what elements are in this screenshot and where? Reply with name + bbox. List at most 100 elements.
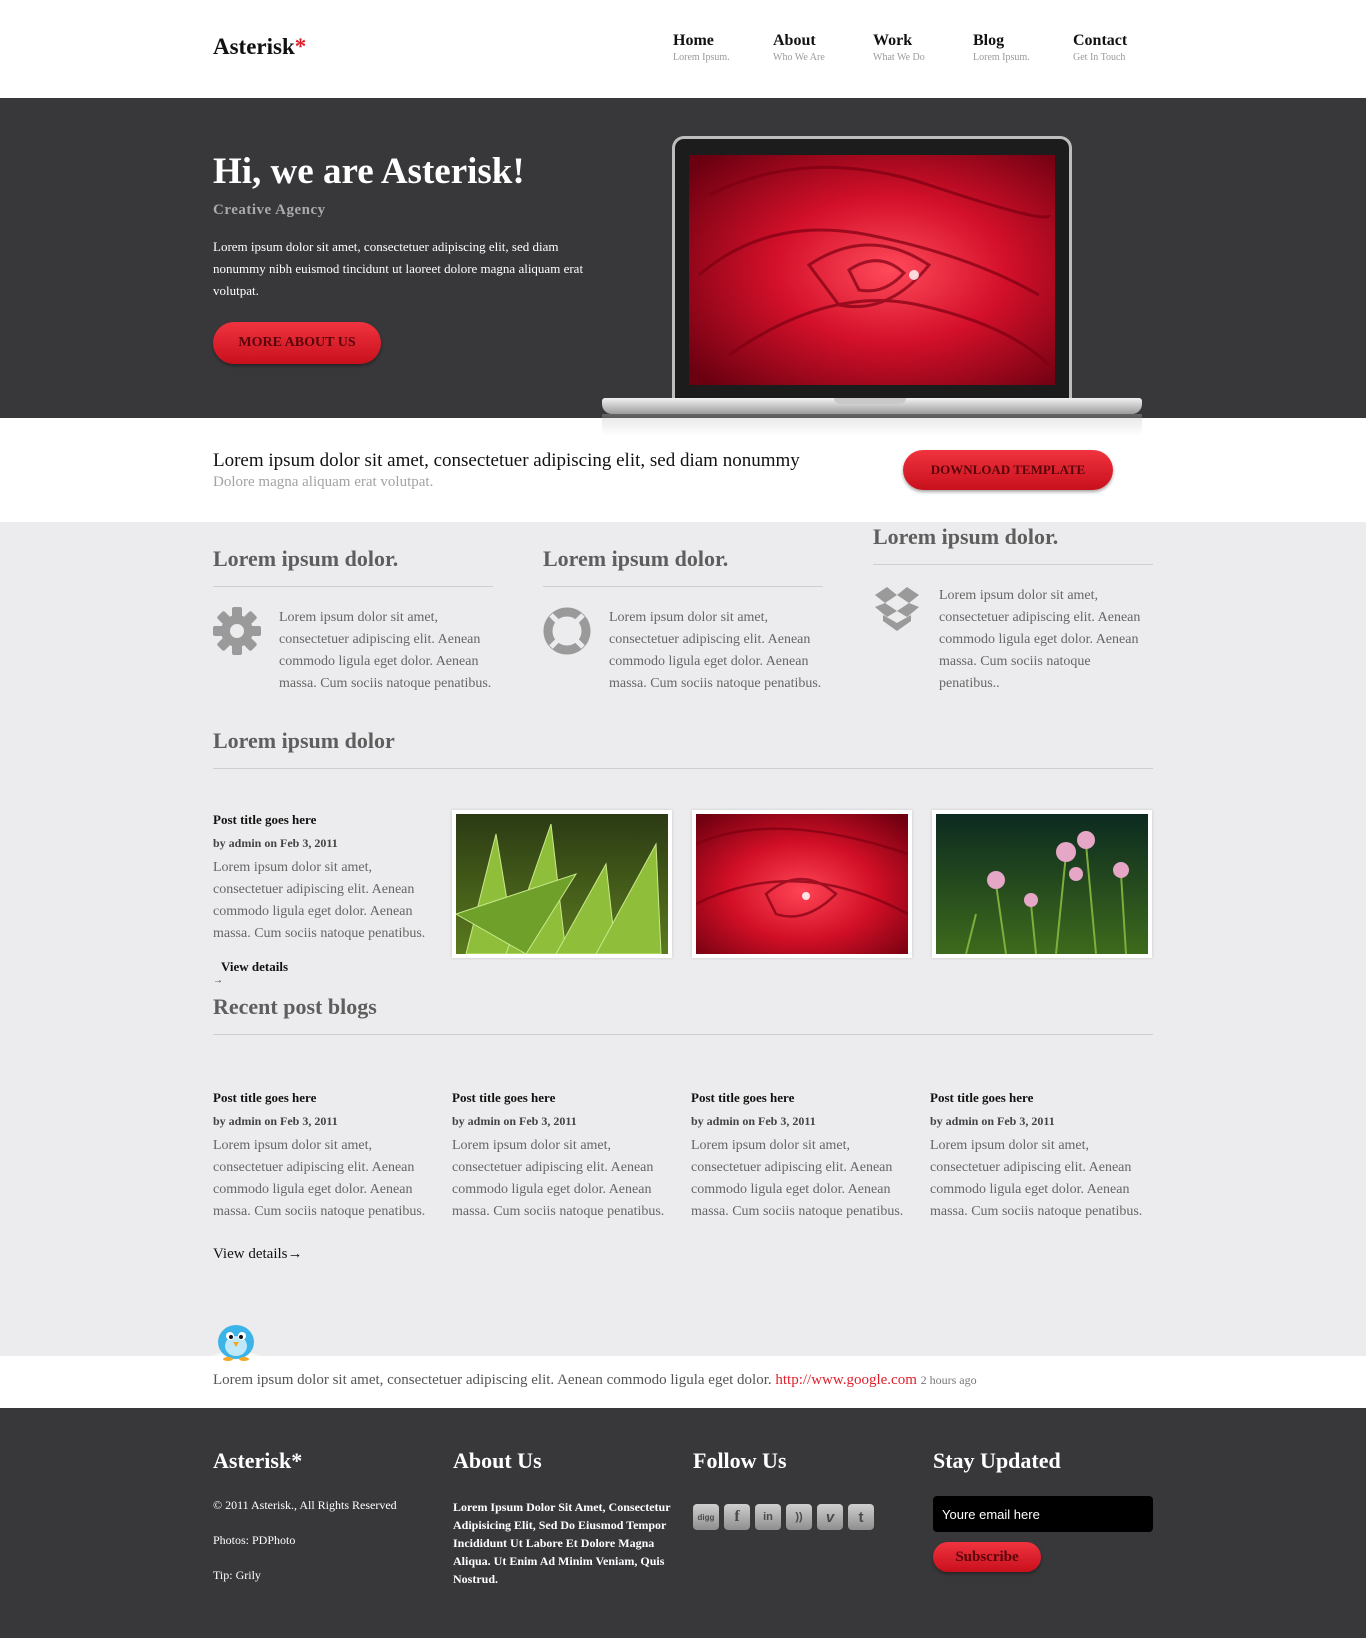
feature-body: Lorem ipsum dolor sit amet, consectetuer… <box>873 585 1153 695</box>
nav-item-subtitle: What We Do <box>873 52 925 63</box>
portfolio-thumb-1[interactable] <box>452 810 672 958</box>
gear-icon <box>213 607 261 655</box>
feature-text: Lorem ipsum dolor sit amet, consectetuer… <box>609 610 822 691</box>
post-title[interactable]: Post title goes here <box>452 1090 677 1106</box>
post-text: Lorem ipsum dolor sit amet, consectetuer… <box>930 1138 1143 1219</box>
blog-post: Post title goes here by admin on Feb 3, … <box>213 1090 438 1223</box>
post-text: Lorem ipsum dolor sit amet, consectetuer… <box>213 860 426 941</box>
tweet-link[interactable]: http://www.google.com <box>775 1372 917 1388</box>
post-meta: by admin on Feb 3, 2011 <box>213 836 338 850</box>
portfolio-thumb-2[interactable] <box>692 810 912 958</box>
recent-posts-title: Recent post blogs <box>213 994 1153 1035</box>
box-icon <box>875 587 919 631</box>
feature-body: Lorem ipsum dolor sit amet, consectetuer… <box>213 607 493 695</box>
footer-follow-col: Follow Us digg f in )) v t <box>693 1448 879 1530</box>
post-meta: by admin on Feb 3, 2011 <box>691 1114 816 1128</box>
footer-copyright: © 2011 Asterisk., All Rights Reserved <box>213 1498 397 1512</box>
linkedin-icon[interactable]: in <box>755 1504 781 1530</box>
post-text: Lorem ipsum dolor sit amet, consectetuer… <box>213 1138 426 1219</box>
lifebuoy-icon <box>543 607 591 655</box>
logo-text: Asterisk <box>213 34 295 59</box>
site-header: Asterisk* Home Lorem Ipsum. About Who We A… <box>0 0 1366 98</box>
footer-photos-credit: Photos: PDPhoto <box>213 1533 296 1547</box>
post-meta: by admin on Feb 3, 2011 <box>930 1114 1055 1128</box>
twitter-icon[interactable]: t <box>848 1504 874 1530</box>
post-meta: by admin on Feb 3, 2011 <box>213 1114 338 1128</box>
footer-about-title: About Us <box>453 1448 542 1473</box>
feature-title: Lorem ipsum dolor. <box>543 546 823 587</box>
rose-image <box>696 814 908 954</box>
logo-star: * <box>294 34 307 59</box>
view-details-link[interactable]: View details <box>213 959 433 975</box>
more-about-us-button[interactable]: MORE ABOUT US <box>213 322 381 364</box>
blog-post: Post title goes here by admin on Feb 3, … <box>452 1090 677 1223</box>
nav-item-subtitle: Lorem Ipsum. <box>973 52 1030 63</box>
flowers-image <box>936 814 1148 954</box>
laptop-reflection <box>602 414 1142 436</box>
site-footer: Asterisk* © 2011 Asterisk., All Rights R… <box>0 1408 1366 1638</box>
footer-about-text: Lorem Ipsum Dolor Sit Amet, Consectetur … <box>453 1500 671 1586</box>
footer-brand-col: Asterisk* © 2011 Asterisk., All Rights R… <box>213 1448 397 1583</box>
hero-title: Hi, we are Asterisk! <box>213 151 525 192</box>
hero-text: Lorem ipsum dolor sit amet, consectetuer… <box>213 239 584 298</box>
nav-item-subtitle: Lorem Ipsum. <box>673 52 730 63</box>
nav-item-home[interactable]: Home Lorem Ipsum. <box>673 32 773 63</box>
feature-text: Lorem ipsum dolor sit amet, consectetuer… <box>939 588 1141 691</box>
rss-icon[interactable]: )) <box>786 1504 812 1530</box>
nav-item-about[interactable]: About Who We Are <box>773 32 873 63</box>
vimeo-icon[interactable]: v <box>817 1504 843 1530</box>
post-text: Lorem ipsum dolor sit amet, consectetuer… <box>691 1138 904 1219</box>
laptop-lid <box>672 136 1072 402</box>
footer-tip-credit: Tip: Grily <box>213 1568 261 1582</box>
portfolio-section-title: Lorem ipsum dolor <box>213 728 1153 769</box>
footer-stay-title: Stay Updated <box>933 1448 1061 1473</box>
portfolio-thumb-3[interactable] <box>932 810 1152 958</box>
hero-subtitle: Creative Agency <box>213 202 326 218</box>
twitter-bird-icon <box>210 1325 262 1364</box>
footer-newsletter-col: Stay Updated Subscribe <box>933 1448 1153 1572</box>
nav-item-title: Contact <box>1073 32 1128 49</box>
laptop-notch <box>834 398 906 404</box>
tweet-time: 2 hours ago <box>920 1373 977 1387</box>
logo[interactable]: Asterisk* <box>213 34 306 60</box>
nav-item-subtitle: Get In Touch <box>1073 52 1126 63</box>
recent-view-details-link[interactable]: View details→ <box>213 1246 303 1263</box>
nav-item-title: Blog <box>973 32 1005 49</box>
post-title[interactable]: Post title goes here <box>213 812 433 828</box>
nav-item-blog[interactable]: Blog Lorem Ipsum. <box>973 32 1073 63</box>
tweet: Lorem ipsum dolor sit amet, consectetuer… <box>213 1372 977 1389</box>
blog-post: Post title goes here by admin on Feb 3, … <box>691 1090 916 1223</box>
feature-2: Lorem ipsum dolor. Lorem ipsum dolor sit… <box>543 546 823 695</box>
feature-title: Lorem ipsum dolor. <box>873 524 1153 565</box>
feature-body: Lorem ipsum dolor sit amet, consectetuer… <box>543 607 823 695</box>
nav-item-subtitle: Who We Are <box>773 52 825 63</box>
email-field[interactable] <box>933 1496 1153 1532</box>
facebook-icon[interactable]: f <box>724 1504 750 1530</box>
post-title[interactable]: Post title goes here <box>691 1090 916 1106</box>
nav-item-title: About <box>773 32 816 49</box>
feature-3: Lorem ipsum dolor. Lorem ipsum dolor sit… <box>873 524 1153 695</box>
plant-image <box>456 814 668 954</box>
footer-follow-title: Follow Us <box>693 1448 787 1473</box>
laptop-image <box>602 136 1142 436</box>
tweet-bar: Lorem ipsum dolor sit amet, consectetuer… <box>0 1356 1366 1408</box>
footer-brand: Asterisk* <box>213 1448 303 1473</box>
social-icons: digg f in )) v t <box>693 1504 879 1530</box>
nav-item-title: Work <box>873 32 913 49</box>
nav-item-work[interactable]: Work What We Do <box>873 32 973 63</box>
main-nav: Home Lorem Ipsum. About Who We Are Work Wha… <box>673 32 1173 63</box>
subscribe-button[interactable]: Subscribe <box>933 1542 1041 1572</box>
download-template-button[interactable]: DOWNLOAD TEMPLATE <box>903 450 1113 490</box>
banner-subtitle: Dolore magna aliquam erat volutpat. <box>213 474 434 490</box>
nav-item-contact[interactable]: Contact Get In Touch <box>1073 32 1173 63</box>
feature-1: Lorem ipsum dolor. Lorem ipsum dolor sit… <box>213 546 493 695</box>
tweet-text: Lorem ipsum dolor sit amet, consectetuer… <box>213 1372 772 1388</box>
post-title[interactable]: Post title goes here <box>213 1090 438 1106</box>
digg-icon[interactable]: digg <box>693 1504 719 1530</box>
blog-post: Post title goes here by admin on Feb 3, … <box>930 1090 1155 1223</box>
nav-item-title: Home <box>673 32 714 49</box>
post-meta: by admin on Feb 3, 2011 <box>452 1114 577 1128</box>
post-text: Lorem ipsum dolor sit amet, consectetuer… <box>452 1138 665 1219</box>
post-title[interactable]: Post title goes here <box>930 1090 1155 1106</box>
portfolio-post: Post title goes here by admin on Feb 3, … <box>213 812 433 986</box>
